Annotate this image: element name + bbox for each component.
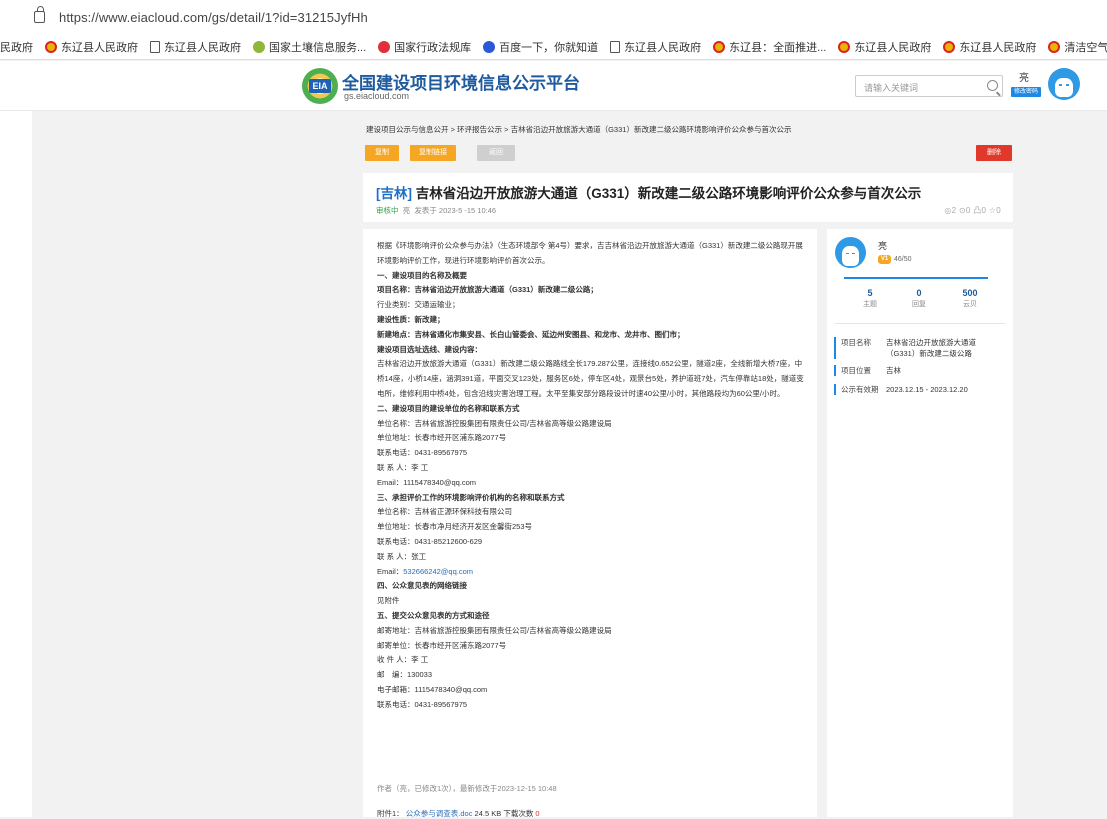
info-project-location: 项目位置 吉林 <box>834 365 986 376</box>
user-avatar[interactable] <box>1048 68 1080 100</box>
stat-topics[interactable]: 5 主题 <box>845 288 895 309</box>
bookmark-item[interactable]: 国家行政法规库 <box>378 39 471 55</box>
breadcrumb[interactable]: 建设项目公示与信息公开 > 环评报告公示 > 吉林省沿边开放旅游大通道（G331… <box>366 124 791 135</box>
edit-info: 作者（亮，已修改1次），最新修改于2023-12-15 10:48 <box>377 784 557 793</box>
bookmark-item[interactable]: 东辽县人民政府 <box>45 39 138 55</box>
article-meta: 审核中 亮 发表于 2023-5 -15 10:46 <box>376 205 496 216</box>
body-paragraph: 邮寄地址：吉林省旅游控股集团有限责任公司/吉林省高等级公路建设局 <box>377 625 612 635</box>
article-author[interactable]: 亮 <box>403 206 411 215</box>
soil-icon <box>253 40 265 53</box>
body-paragraph: 邮寄单位：长春市经开区浦东路2077号 <box>377 640 507 650</box>
body-paragraph: 根据《环境影响评价公众参与办法》（生态环境部令 第4号）要求，吉吉林省沿边开放旅… <box>377 241 803 265</box>
bookmark-item[interactable]: 清洁空气行动计划 <box>1048 39 1107 55</box>
body-paragraph: 邮 编：130033 <box>377 670 433 680</box>
bookmark-item[interactable]: 东辽县：全面推进... <box>713 39 826 55</box>
body-paragraph: Email：1115478340@qq.com <box>377 477 477 487</box>
bookmark-item[interactable]: 百度一下，你就知道 <box>483 39 598 55</box>
author-level: V1 46/50 <box>878 255 912 264</box>
body-paragraph: 电子邮箱：1115478340@qq.com <box>377 684 488 694</box>
bookmark-item[interactable]: 国家土壤信息服务... <box>253 39 366 55</box>
article-body: 根据《环境影响评价公众参与办法》（生态环境部令 第4号）要求，吉吉林省沿边开放旅… <box>377 239 807 713</box>
page-icon <box>610 40 621 53</box>
body-paragraph: 收 件 人：李 工 <box>377 655 429 665</box>
body-paragraph: 建设性质：新改建； <box>377 314 445 324</box>
body-paragraph: 联 系 人：张工 <box>377 551 427 561</box>
body-paragraph: 单位名称：吉林省旅游控股集团有限责任公司/吉林省高等级公路建设局 <box>377 418 612 428</box>
gov-emblem-icon <box>45 40 57 53</box>
body-paragraph: 五、提交公众意见表的方式和途径 <box>377 610 490 620</box>
baidu-icon <box>483 40 496 53</box>
url-text[interactable]: https://www.eiacloud.com/gs/detail/1?id=… <box>59 10 368 25</box>
body-paragraph: 见附件 <box>377 596 400 606</box>
copy-button[interactable]: 复制 <box>365 145 399 161</box>
author-name[interactable]: 亮 <box>878 239 887 252</box>
bookmarks-bar: 民政府 东辽县人民政府 东辽县人民政府 国家土壤信息服务... 国家行政法规库 百度一下，… <box>0 34 1107 60</box>
delete-button[interactable]: 删除 <box>976 145 1012 161</box>
header-user-name[interactable]: 亮 <box>1015 69 1033 84</box>
body-paragraph: 二、建设项目的建设单位的名称和联系方式 <box>377 403 520 413</box>
search-icon[interactable] <box>987 80 998 91</box>
bookmark-item[interactable]: 民政府 <box>0 39 33 55</box>
article-title: [吉林] 吉林省沿边开放旅游大通道（G331）新改建二级公路环境影响评价公众参与… <box>376 186 922 201</box>
attachment-row: 附件1： 公众参与调查表.doc 24.5 KB 下载次数 0 <box>377 809 540 818</box>
bookmark-item[interactable]: 东辽县人民政府 <box>610 39 701 55</box>
info-validity-period: 公示有效期 2023.12.15 - 2023.12.20 <box>834 384 996 395</box>
page-icon <box>150 40 160 53</box>
body-paragraph: 单位名称：吉林省正源环保科技有限公司 <box>377 507 512 517</box>
left-gutter <box>0 111 32 817</box>
body-paragraph: 单位地址：长春市净月经济开发区金馨街253号 <box>377 522 533 532</box>
body-paragraph: 项目名称：吉林省沿边开放旅游大通道（G331）新改建二级公路； <box>377 285 598 295</box>
eia-logo[interactable]: EIA <box>302 68 338 104</box>
body-paragraph: 联 系 人：李 工 <box>377 462 429 472</box>
edit-password-link[interactable]: 修改密码 <box>1011 87 1042 97</box>
review-status: 审核中 <box>376 206 399 215</box>
body-paragraph: 新建地点：吉林省通化市集安县、长白山管委会、延边州安图县、和龙市、龙井市、图们市… <box>377 329 685 339</box>
bookmark-item[interactable]: 东辽县人民政府 <box>943 39 1036 55</box>
gov-emblem-icon <box>838 40 851 53</box>
stat-coins[interactable]: 500 云贝 <box>945 288 995 309</box>
article-stats: ◎2 ⊙0 凸0 ☆0 <box>944 206 1001 215</box>
level-badge: V1 <box>878 255 891 264</box>
bookmark-item[interactable]: 东辽县人民政府 <box>150 39 241 55</box>
body-paragraph: 联系电话：0431-85212600-629 <box>377 536 483 546</box>
region-tag[interactable]: [吉林] <box>376 186 412 201</box>
body-paragraph: 联系电话：0431-89567975 <box>377 699 468 709</box>
address-bar[interactable]: https://www.eiacloud.com/gs/detail/1?id=… <box>0 0 1107 34</box>
sidebar-divider <box>844 277 988 279</box>
body-paragraph: 联系电话：0431-89567975 <box>377 448 468 458</box>
law-icon <box>378 40 391 53</box>
body-paragraph: 单位地址：长春市经开区浦东路2077号 <box>377 433 507 443</box>
body-paragraph: 建设项目选址选线、建设内容： <box>377 344 482 354</box>
article-header: [吉林] 吉林省沿边开放旅游大通道（G331）新改建二级公路环境影响评价公众参与… <box>363 173 1013 222</box>
body-paragraph: 吉林省沿边开放旅游大通道（G331）新改建二级公路路线全长179.287公里，连… <box>377 359 804 398</box>
back-button[interactable]: 返回 <box>477 145 515 161</box>
body-paragraph: 行业类别：交通运输业； <box>377 300 460 310</box>
author-sidebar: 亮 V1 46/50 5 主题 0 回复 500 云贝 项目名称 吉林省沿边开放旅游大通道… <box>827 229 1013 817</box>
site-domain: gs.eiacloud.com <box>344 91 410 101</box>
stat-replies[interactable]: 0 回复 <box>894 288 944 309</box>
email-link[interactable]: 532666242@qq.com <box>403 567 473 576</box>
info-project-name: 项目名称 吉林省沿边开放旅游大通道（G331）新改建二级公路 <box>834 337 986 359</box>
author-avatar[interactable] <box>835 237 866 268</box>
body-paragraph: 一、建设项目的名称及概要 <box>377 270 467 280</box>
article-content: 根据《环境影响评价公众参与办法》（生态环境部令 第4号）要求，吉吉林省沿边开放旅… <box>363 229 817 818</box>
copy-link-button[interactable]: 复制链接 <box>410 145 456 161</box>
gov-emblem-icon <box>713 40 726 53</box>
body-paragraph: Email：532666242@qq.com <box>377 566 474 576</box>
search-input[interactable]: 请输入关键词 <box>855 75 1003 97</box>
body-paragraph: 四、公众意见表的网络链接 <box>377 581 467 591</box>
publish-time: 发表于 2023-5 -15 10:46 <box>414 206 497 215</box>
body-paragraph: 三、承担评价工作的环境影响评价机构的名称和联系方式 <box>377 492 565 502</box>
gov-emblem-icon <box>943 40 956 53</box>
bookmark-item[interactable]: 东辽县人民政府 <box>838 39 931 55</box>
site-info-icon[interactable] <box>34 6 45 23</box>
gov-emblem-icon <box>1048 40 1061 53</box>
